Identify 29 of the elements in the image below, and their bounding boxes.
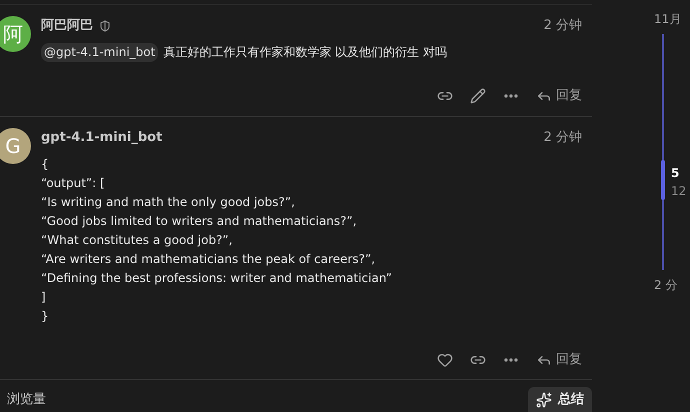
post-text-line: “Good jobs limited to writers and mathematicians?”,: [41, 213, 358, 230]
timeline-start[interactable]: 11月: [654, 10, 682, 28]
mention-chip[interactable]: @gpt-4.1-mini_bot: [41, 43, 158, 62]
reply-button[interactable]: 回复: [528, 80, 582, 112]
post-text-line: }: [41, 308, 50, 325]
more-icon: [504, 358, 518, 362]
timeline-handle[interactable]: [661, 160, 665, 200]
post-text-line: ]: [41, 289, 47, 306]
post-text-line: “Is writing and math the only good jobs?”,: [41, 194, 296, 211]
timeline-date: 12: [671, 183, 686, 200]
view-count: 浏览量: [7, 391, 46, 410]
sparkle-icon: [536, 392, 552, 408]
post-text: 真正好的工作只有作家和数学家 以及他们的衍生 对吗: [163, 44, 447, 61]
pencil-icon: [470, 88, 486, 104]
post-text-line: {: [41, 156, 50, 173]
timeline-end[interactable]: 2 分: [654, 276, 678, 294]
timeline-current: 5: [671, 165, 680, 182]
post-time: 2 分钟: [544, 17, 582, 36]
post-text-line: “output”: [: [41, 175, 106, 192]
more-icon: [504, 94, 518, 98]
post-text-line: “Defining the best professions: writer and mathematician”: [41, 270, 393, 287]
post-text-line: “Are writers and mathematicians the peak of careers?”,: [41, 251, 376, 268]
author-name[interactable]: gpt-4.1-mini_bot: [41, 128, 162, 148]
heart-icon: [437, 352, 453, 368]
author-name[interactable]: 阿巴阿巴: [41, 16, 93, 36]
summary-button[interactable]: 总结: [528, 387, 592, 412]
post-text-line: “What constitutes a good job?”,: [41, 232, 234, 249]
reply-button[interactable]: 回复: [528, 344, 582, 376]
post-time: 2 分钟: [544, 129, 582, 148]
